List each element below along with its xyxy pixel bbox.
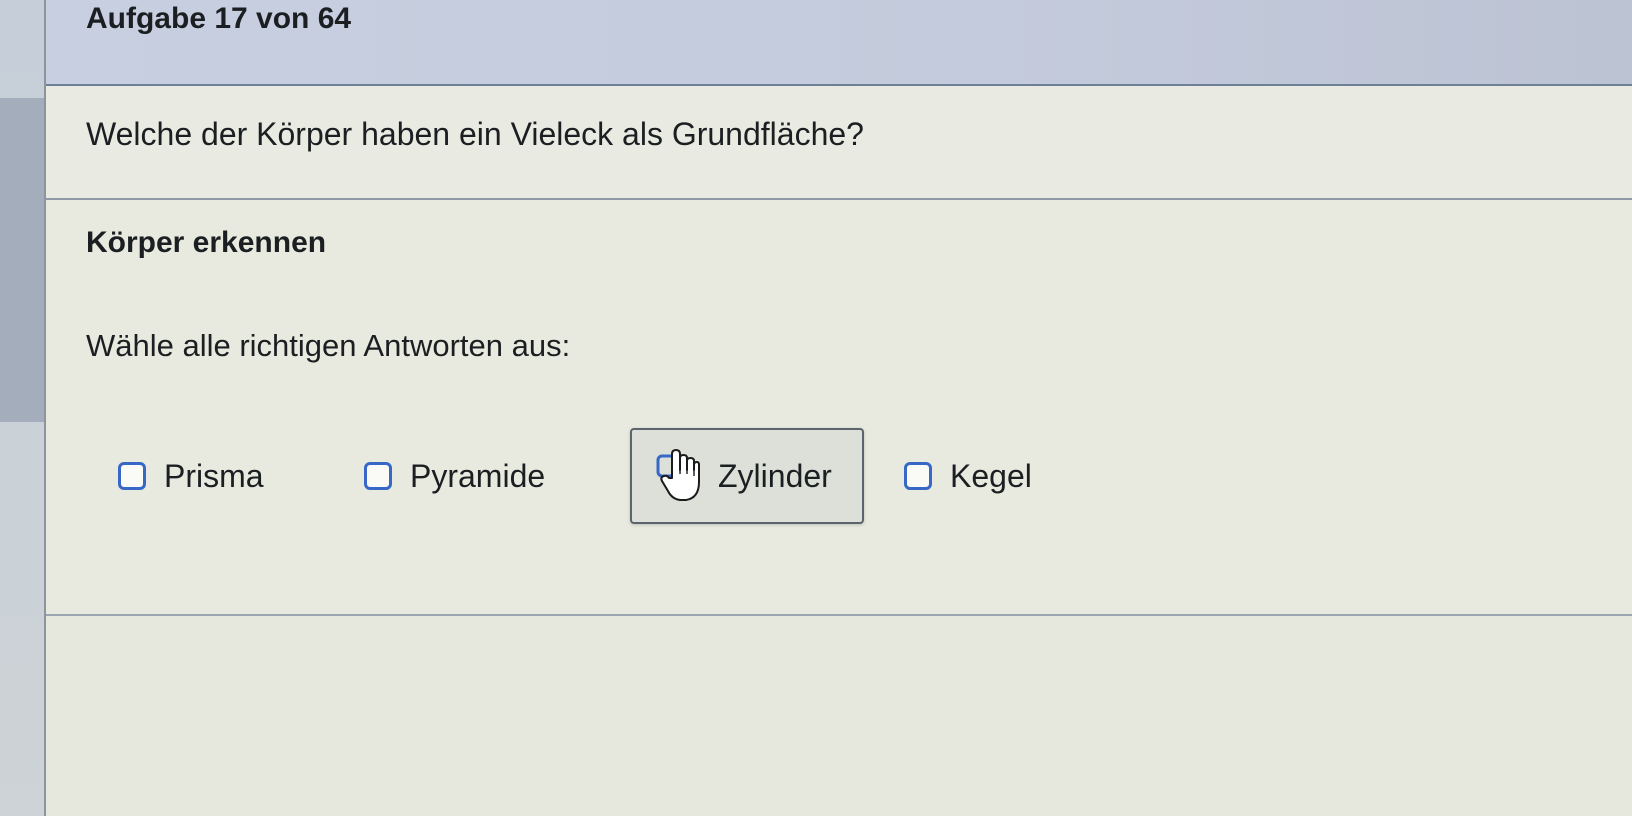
task-counter: Aufgabe 17 von 64 <box>86 2 352 35</box>
checkbox-icon[interactable] <box>904 462 932 490</box>
question-text: Welche der Körper haben ein Vieleck als … <box>86 116 864 152</box>
quiz-panel: Aufgabe 17 von 64 Welche der Körper habe… <box>46 0 1632 816</box>
left-sidebar-band <box>0 98 44 422</box>
option-label: Pyramide <box>410 457 546 494</box>
checkbox-icon[interactable] <box>118 462 146 490</box>
answer-section: Körper erkennen Wähle alle richtigen Ant… <box>46 200 1632 616</box>
question-row: Welche der Körper haben ein Vieleck als … <box>46 86 1632 200</box>
option-pyramide[interactable]: Pyramide <box>364 428 545 524</box>
option-label: Kegel <box>950 457 1032 494</box>
empty-footer-area <box>46 616 1632 816</box>
task-header: Aufgabe 17 von 64 <box>46 0 1632 86</box>
checkbox-icon[interactable] <box>364 462 392 490</box>
option-zylinder[interactable]: Zylinder <box>630 428 864 524</box>
left-sidebar <box>0 0 44 816</box>
option-label: Zylinder <box>718 457 832 494</box>
option-label: Prisma <box>164 457 264 494</box>
answer-options: Prisma Pyramide Zylinder Kegel <box>46 428 1632 528</box>
option-prisma[interactable]: Prisma <box>118 428 264 524</box>
topic-title: Körper erkennen <box>86 226 327 259</box>
instruction-text: Wähle alle richtigen Antworten aus: <box>86 328 571 363</box>
hand-pointer-icon <box>656 449 700 501</box>
option-kegel[interactable]: Kegel <box>904 428 1032 524</box>
